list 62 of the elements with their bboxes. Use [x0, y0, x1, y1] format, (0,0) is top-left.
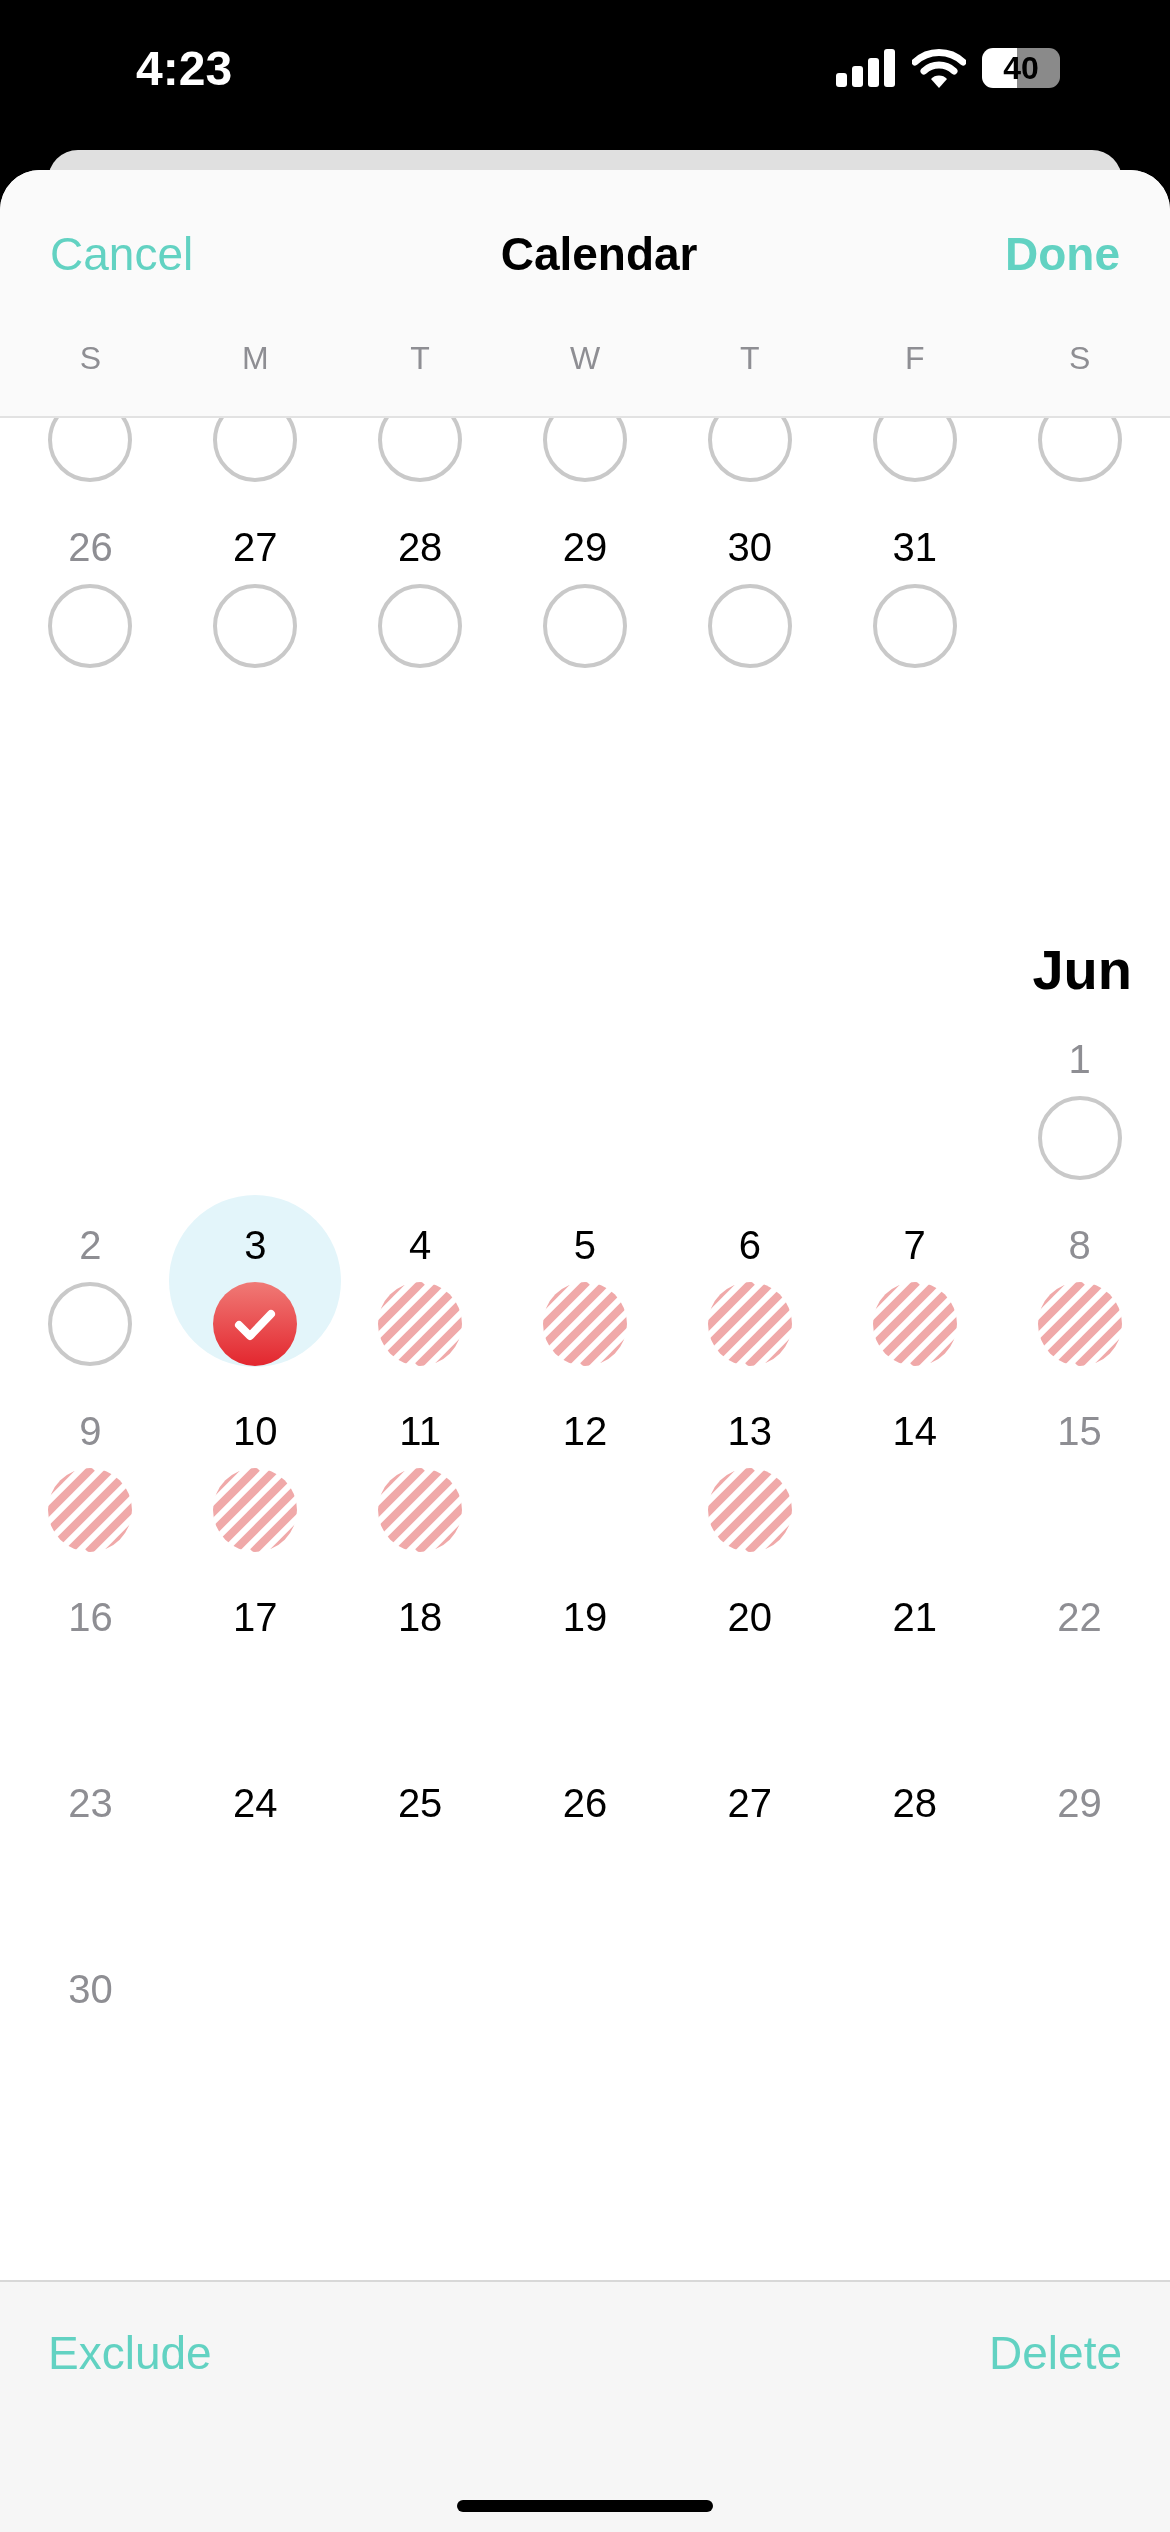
hatched-circle-icon [707, 1468, 792, 1552]
wifi-icon [912, 48, 966, 88]
hatched-circle-icon [543, 1282, 627, 1366]
day-number[interactable]: 13 [727, 1406, 773, 1456]
day-number[interactable]: 17 [233, 1592, 278, 1642]
weekday-label: T [410, 340, 430, 378]
day-number[interactable]: 5 [573, 1220, 597, 1270]
hatched-circle-icon [213, 1468, 298, 1552]
weekday-label: T [740, 340, 760, 378]
day-number[interactable]: 14 [892, 1406, 937, 1456]
day-number[interactable]: 4 [409, 1220, 432, 1270]
day-number[interactable]: 19 [562, 1592, 608, 1642]
weekday-label: S [79, 340, 102, 378]
empty-circle-icon [872, 584, 957, 668]
weekday-label: W [569, 340, 601, 378]
hatched-circle-icon [378, 1468, 463, 1552]
day-number[interactable]: 29 [562, 522, 608, 572]
hatched-circle-icon [707, 1282, 792, 1366]
empty-circle-icon [48, 418, 133, 482]
day-number[interactable]: 27 [233, 522, 278, 572]
day-number[interactable]: 10 [233, 1406, 278, 1456]
empty-circle-icon [872, 418, 957, 482]
day-number[interactable]: 6 [738, 1220, 761, 1270]
empty-circle-icon [378, 584, 463, 668]
empty-circle-icon [213, 418, 298, 482]
day-number[interactable]: 12 [562, 1406, 608, 1456]
weekday-label: M [241, 340, 269, 378]
day-number[interactable]: 31 [892, 522, 937, 572]
day-number[interactable]: 25 [397, 1778, 443, 1828]
day-number[interactable]: 18 [397, 1592, 443, 1642]
empty-circle-icon [707, 418, 792, 482]
hatched-circle-icon [48, 1468, 133, 1552]
empty-circle-icon [1037, 1096, 1122, 1180]
weekday-label: F [904, 340, 925, 378]
check-circle-icon [213, 1282, 298, 1366]
day-number[interactable]: 3 [244, 1220, 267, 1270]
day-number[interactable]: 27 [727, 1778, 773, 1828]
signal-icon [836, 49, 896, 87]
empty-circle-icon [1037, 418, 1122, 482]
day-number[interactable]: 20 [727, 1592, 773, 1642]
day-number[interactable]: 7 [903, 1220, 926, 1270]
empty-circle-icon [707, 584, 792, 668]
status-time: 4:23 [136, 40, 233, 96]
day-number[interactable]: 21 [892, 1592, 937, 1642]
day-number[interactable]: 26 [562, 1778, 608, 1828]
day-number[interactable]: 11 [399, 1406, 441, 1456]
day-number[interactable]: 30 [727, 522, 773, 572]
sheet-title: Calendar [500, 227, 698, 281]
empty-circle-icon [543, 418, 627, 482]
hatched-circle-icon [872, 1282, 957, 1366]
hatched-circle-icon [1037, 1282, 1122, 1366]
weekday-label: S [1068, 340, 1091, 378]
empty-circle-icon [378, 418, 463, 482]
day-number[interactable]: 24 [233, 1778, 278, 1828]
empty-circle-icon [213, 584, 298, 668]
empty-circle-icon [48, 1282, 133, 1366]
empty-circle-icon [48, 584, 133, 668]
hatched-circle-icon [378, 1282, 463, 1366]
empty-circle-icon [543, 584, 627, 668]
month-title: Jun [1032, 937, 1132, 1002]
day-number[interactable]: 28 [397, 522, 443, 572]
day-number[interactable]: 28 [892, 1778, 937, 1828]
